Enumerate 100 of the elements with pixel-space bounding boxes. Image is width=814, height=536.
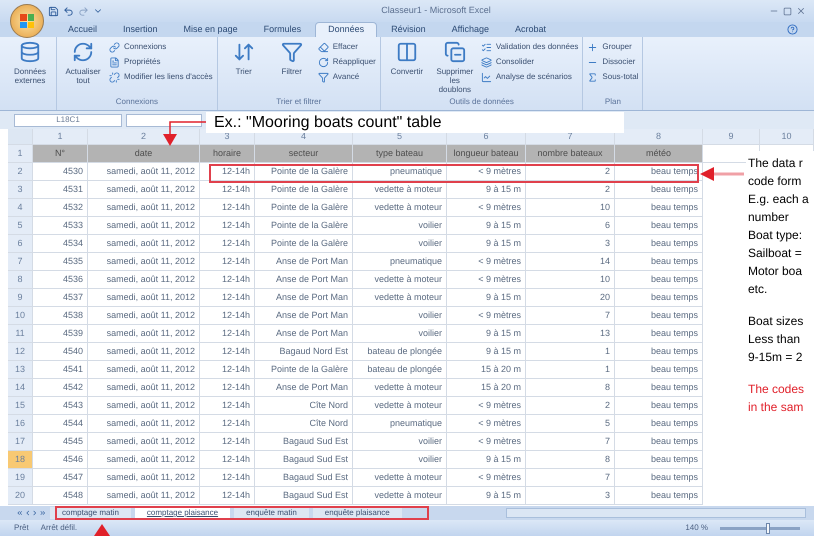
ribbon-small-button[interactable]: Réappliquer [318,56,376,68]
ribbon-button[interactable]: Actualiser tout [61,41,105,96]
table-cell: 20 [526,289,615,307]
redo-icon[interactable] [78,6,89,16]
table-cell: voilier [353,307,447,325]
ribbon-small-button[interactable]: Effacer [318,41,376,53]
ribbon-tab[interactable]: Mise en page [172,22,250,37]
header-cell: longueur bateau [447,145,526,163]
table-cell: pneumatique [353,163,447,181]
ribbon-small-button[interactable]: Validation des données [480,41,578,53]
header-cell: météo [615,145,703,163]
ribbon-small-button[interactable]: Propriétés [109,56,213,68]
ribbon-small-button[interactable]: Avancé [318,71,376,83]
table-cell: Pointe de la Galère [255,181,353,199]
table-cell: 10 [526,199,615,217]
table-cell: samedi, août 11, 2012 [88,325,200,343]
callout-label: Ex.: "Mooring boats count" table [206,112,624,133]
ribbon-button[interactable]: Trier [222,41,266,96]
table-cell: < 9 mètres [447,253,526,271]
first-sheet-icon[interactable] [16,509,24,517]
table-cell: beau temps [615,379,703,397]
table-cell: 8 [526,379,615,397]
table-cell: vedette à moteur [353,469,447,487]
table-cell: bateau de plongée [353,361,447,379]
annotation-text: The codes [748,381,806,398]
ribbon-small-button[interactable]: Dissocier [587,56,638,68]
header-cell: secteur [255,145,353,163]
columns-icon [396,41,418,63]
window-title: Classeur1 - Microsoft Excel [380,4,492,18]
sigma-icon [587,72,598,82]
table-cell: < 9 mètres [447,199,526,217]
name-box[interactable]: L18C1 [14,114,122,126]
table-cell: beau temps [615,289,703,307]
table-cell: 5 [526,415,615,433]
ribbon-button[interactable]: Données externes [8,41,52,110]
ribbon-tab[interactable]: Insertion [111,22,170,37]
table-cell: vedette à moteur [353,181,447,199]
table-cell: 12-14h [200,289,255,307]
annotation-text: number [748,209,790,226]
ribbon-tab[interactable]: Données [315,22,378,37]
table-cell: 9 à 15 m [447,289,526,307]
table-cell: samedi, août 11, 2012 [88,181,200,199]
ribbon-tab[interactable]: Affichage [440,22,502,37]
copy-icon [444,41,466,63]
table-cell: 9 à 15 m [447,451,526,469]
ribbon-button[interactable]: Filtrer [270,41,314,96]
ribbon-tab[interactable]: Accueil [56,22,110,37]
table-cell: samedi, août 11, 2012 [88,433,200,451]
table-cell: 14 [526,253,615,271]
ribbon-small-button[interactable]: Analyse de scénarios [480,71,578,83]
table-cell: Anse de Port Man [255,379,353,397]
table-cell: samedi, août 11, 2012 [88,487,200,505]
table-cell: samedi, août 11, 2012 [88,343,200,361]
table-cell: < 9 mètres [447,433,526,451]
annotation-text: Sailboat = [748,245,803,262]
ribbon-small-button[interactable]: Grouper [587,41,638,53]
redo-icon [318,56,329,68]
table-cell: Bagaud Sud Est [255,487,353,505]
annotation-text: Less than [748,331,802,348]
slider-thumb[interactable] [766,522,770,534]
ribbon-small-button[interactable]: Consolider [480,56,578,68]
column-header: 9 [703,129,760,145]
formula-field[interactable] [126,114,202,126]
maximize-icon[interactable] [783,6,792,16]
ribbon-small-button[interactable]: Modifier les liens d'accès [109,71,213,83]
plus-icon [587,42,598,52]
ribbon-tab[interactable]: Révision [379,22,438,37]
next-sheet-icon[interactable] [31,509,38,517]
table-cell: samedi, août 11, 2012 [88,307,200,325]
ribbon-small-button[interactable]: Sous-total [587,71,638,83]
table-cell: samedi, août 11, 2012 [88,379,200,397]
ribbon-tab[interactable]: Acrobat [503,22,558,37]
table-cell: Bagaud Sud Est [255,451,353,469]
table-cell: < 9 mètres [447,469,526,487]
horizontal-scrollbar[interactable] [506,508,806,518]
ribbon-tab[interactable]: Formules [252,22,314,37]
table-cell: samedi, août 11, 2012 [88,361,200,379]
table-cell: 12-14h [200,343,255,361]
ribbon-small-button[interactable]: Connexions [109,41,213,53]
close-icon[interactable] [796,6,806,16]
table-cell: 12-14h [200,487,255,505]
table-cell: 12-14h [200,433,255,451]
table-cell: 4532 [33,199,88,217]
previous-sheet-icon[interactable] [24,509,31,517]
table-cell: 4530 [33,163,88,181]
help-icon[interactable] [787,24,798,35]
table-cell: 4538 [33,307,88,325]
undo-icon[interactable] [63,6,74,16]
annotation-text: E.g. each a [748,191,810,208]
header-cell: date [88,145,200,163]
table-cell: beau temps [615,199,703,217]
table-cell: 7 [526,307,615,325]
ribbon-button[interactable]: Convertir [384,41,429,96]
ribbon-button[interactable]: Supprimer les doublons [432,41,477,96]
table-cell: 4543 [33,397,88,415]
save-icon[interactable] [48,6,59,16]
table-cell: beau temps [615,307,703,325]
last-sheet-icon[interactable] [38,509,46,517]
pointer-arrow [700,166,744,182]
group-label: Plan [604,96,622,108]
